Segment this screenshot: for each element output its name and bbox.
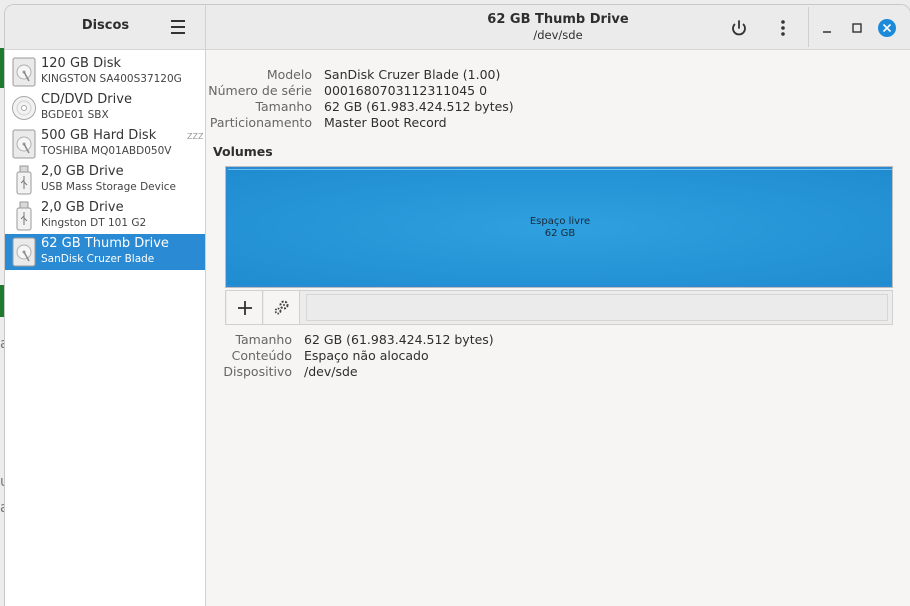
disk-list: 120 GB Disk KINGSTON SA400S37120G CD/DVD… xyxy=(5,50,206,606)
drive-details-panel: Modelo SanDisk Cruzer Blade (1.00) Númer… xyxy=(206,50,910,606)
volume-device-value: /dev/sde xyxy=(304,364,358,379)
usb-drive-icon xyxy=(11,201,37,231)
disk-list-item[interactable]: 500 GB Hard Disk TOSHIBA MQ01ABD050V ZZZ xyxy=(5,126,205,162)
disk-model: Kingston DT 101 G2 xyxy=(41,217,147,229)
disk-name: CD/DVD Drive xyxy=(41,92,132,107)
free-space-segment[interactable]: Espaço livre 62 GB xyxy=(228,169,892,285)
partitioning-label: Particionamento xyxy=(209,115,312,130)
sidebar-header: Discos xyxy=(5,5,206,50)
header-separator xyxy=(808,7,809,47)
hard-disk-icon xyxy=(11,129,37,159)
disk-model: KINGSTON SA400S37120G xyxy=(41,73,182,85)
model-label: Modelo xyxy=(266,67,312,82)
disk-name: 120 GB Disk xyxy=(41,56,121,71)
volume-map: Espaço livre 62 GB xyxy=(225,166,893,288)
partition-options-button[interactable] xyxy=(264,291,300,324)
plus-icon xyxy=(238,301,252,315)
drive-device-path: /dev/sde xyxy=(533,28,583,42)
minimize-icon[interactable] xyxy=(816,17,838,39)
volume-size-value: 62 GB (61.983.424.512 bytes) xyxy=(304,332,494,347)
disk-list-item[interactable]: 120 GB Disk KINGSTON SA400S37120G xyxy=(5,54,205,90)
disk-list-item[interactable]: CD/DVD Drive BGDE01 SBX xyxy=(5,90,205,126)
model-value: SanDisk Cruzer Blade (1.00) xyxy=(324,67,501,82)
disk-model: SanDisk Cruzer Blade xyxy=(41,253,155,265)
disk-list-item[interactable]: 2,0 GB Drive Kingston DT 101 G2 xyxy=(5,198,205,234)
gears-icon xyxy=(274,300,289,315)
disk-name: 2,0 GB Drive xyxy=(41,164,124,179)
volume-content-label: Conteúdo xyxy=(231,348,292,363)
partitioning-value: Master Boot Record xyxy=(324,115,447,130)
disk-list-item-selected[interactable]: 62 GB Thumb Drive SanDisk Cruzer Blade xyxy=(5,234,205,270)
create-partition-button[interactable] xyxy=(227,291,263,324)
disk-model: TOSHIBA MQ01ABD050V xyxy=(41,145,172,157)
disk-list-item[interactable]: 2,0 GB Drive USB Mass Storage Device xyxy=(5,162,205,198)
disks-window: Discos 62 GB Thumb Drive /dev/sde 120 GB… xyxy=(5,5,910,606)
disk-name: 500 GB Hard Disk xyxy=(41,128,157,143)
serial-label: Número de série xyxy=(208,83,312,98)
serial-value: 0001680703112311045 0 xyxy=(324,83,488,98)
close-icon[interactable] xyxy=(876,17,898,39)
size-label: Tamanho xyxy=(255,99,312,114)
hamburger-icon[interactable] xyxy=(169,17,189,37)
main-header: 62 GB Thumb Drive /dev/sde xyxy=(206,5,910,50)
more-vertical-icon[interactable] xyxy=(772,17,794,39)
usb-drive-icon xyxy=(11,165,37,195)
maximize-icon[interactable] xyxy=(846,17,868,39)
volume-device-label: Dispositivo xyxy=(223,364,292,379)
optical-disc-icon xyxy=(11,93,37,123)
volume-toolbar xyxy=(225,290,893,325)
segment-size: 62 GB xyxy=(544,228,576,239)
size-value: 62 GB (61.983.424.512 bytes) xyxy=(324,99,514,114)
sleep-indicator: ZZZ xyxy=(187,132,204,141)
drive-title: 62 GB Thumb Drive xyxy=(487,12,629,27)
power-icon[interactable] xyxy=(728,17,750,39)
volume-content-value: Espaço não alocado xyxy=(304,348,429,363)
hard-disk-icon xyxy=(11,237,37,267)
disk-model: USB Mass Storage Device xyxy=(41,181,176,193)
disk-name: 62 GB Thumb Drive xyxy=(41,236,169,251)
volume-size-label: Tamanho xyxy=(235,332,292,347)
segment-label: Espaço livre xyxy=(529,216,591,227)
disk-name: 2,0 GB Drive xyxy=(41,200,124,215)
disk-model: BGDE01 SBX xyxy=(41,109,109,121)
hard-disk-icon xyxy=(11,57,37,87)
toolbar-spacer xyxy=(306,294,888,321)
volumes-heading: Volumes xyxy=(213,144,273,159)
